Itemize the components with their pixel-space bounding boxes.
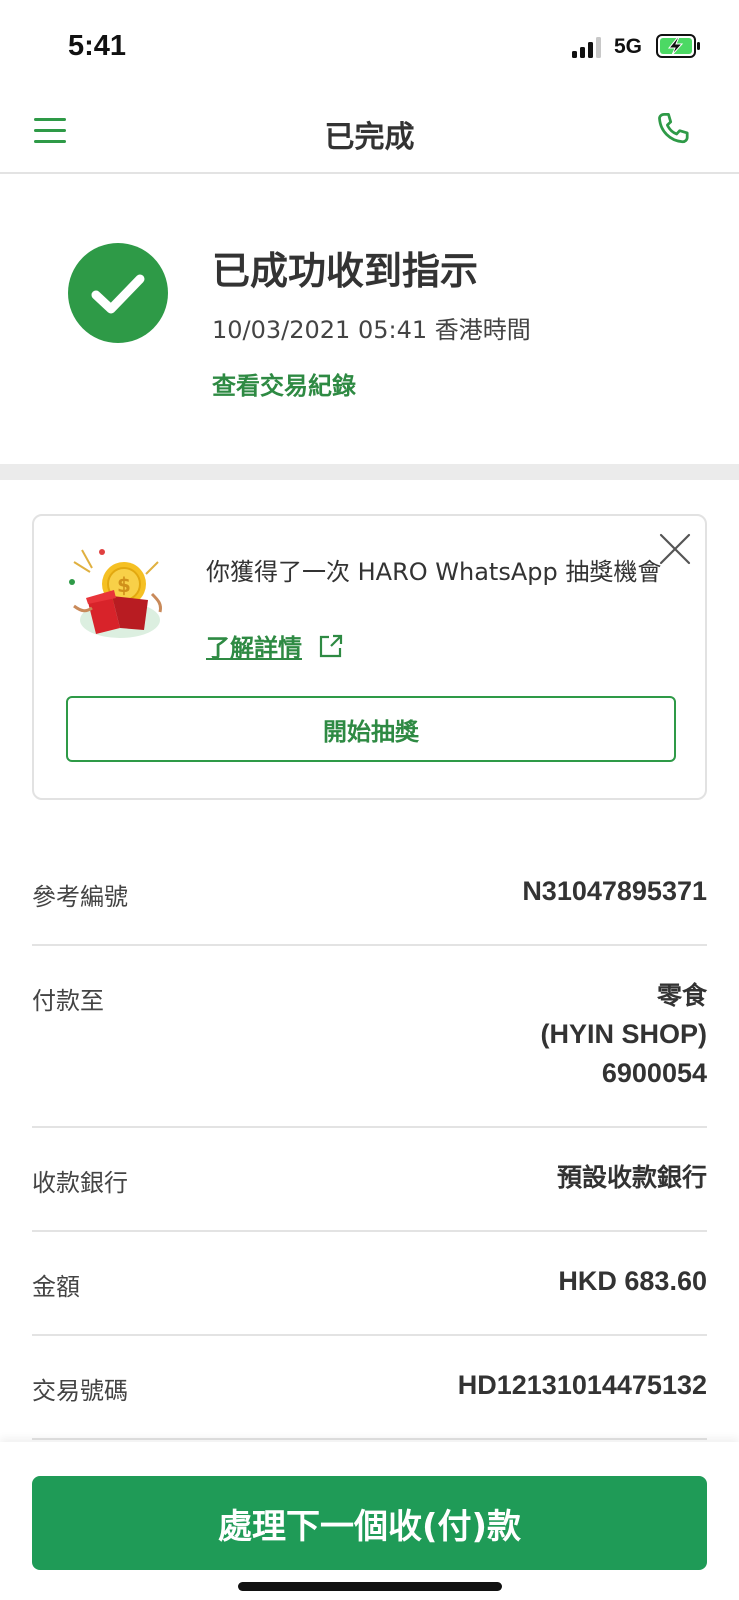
transaction-row: 交易號碼 HD12131014475132 <box>32 1336 707 1440</box>
payee-row: 付款至 零食 (HYIN SHOP) 6900054 <box>32 946 707 1128</box>
nav-bar: 已完成 <box>0 90 739 174</box>
start-draw-button[interactable]: 開始抽獎 <box>66 696 676 762</box>
learn-more-link[interactable]: 了解詳情 <box>206 634 302 662</box>
phone-icon[interactable] <box>652 108 696 152</box>
battery-charging-icon <box>656 34 702 58</box>
payee-shop: (HYIN SHOP) <box>540 1019 707 1049</box>
svg-text:$: $ <box>117 573 131 597</box>
section-divider <box>0 464 739 480</box>
bank-label: 收款銀行 <box>32 1169 128 1197</box>
external-link-icon[interactable] <box>317 632 345 660</box>
promo-link-row[interactable]: 了解詳情 <box>206 628 345 663</box>
network-label: 5G <box>614 35 643 58</box>
status-bar: 5:41 5G <box>0 0 739 90</box>
promo-card: $ 你獲得了一次 HARO WhatsApp 抽獎機會 了解詳情 開始抽獎 <box>32 514 707 800</box>
signal-icon <box>572 36 604 58</box>
amount-label: 金額 <box>32 1273 80 1301</box>
success-timestamp: 10/03/2021 05:41 香港時間 <box>212 316 531 344</box>
amount-value: HKD 683.60 <box>558 1266 707 1296</box>
page-title: 已完成 <box>324 120 415 155</box>
status-time: 5:41 <box>68 30 127 62</box>
reference-value: N31047895371 <box>522 876 707 906</box>
reference-label: 參考編號 <box>32 883 128 911</box>
next-payment-button[interactable]: 處理下一個收(付)款 <box>32 1476 707 1570</box>
reference-row: 參考編號 N31047895371 <box>32 842 707 946</box>
check-circle-icon <box>68 243 168 343</box>
gift-coin-icon: $ <box>62 542 172 642</box>
view-history-link[interactable]: 查看交易紀錄 <box>212 366 356 401</box>
payee-name: 零食 <box>656 981 707 1010</box>
transaction-label: 交易號碼 <box>32 1377 128 1405</box>
transaction-value: HD12131014475132 <box>457 1370 707 1400</box>
promo-message: 你獲得了一次 HARO WhatsApp 抽獎機會 <box>206 558 662 586</box>
bank-row: 收款銀行 預設收款銀行 <box>32 1128 707 1232</box>
bottom-bar: 處理下一個收(付)款 <box>0 1442 739 1600</box>
success-section: 已成功收到指示 10/03/2021 05:41 香港時間 查看交易紀錄 <box>0 176 739 464</box>
bank-value: 預設收款銀行 <box>556 1163 707 1192</box>
amount-row: 金額 HKD 683.60 <box>32 1232 707 1336</box>
home-indicator <box>238 1582 502 1591</box>
payee-account: 6900054 <box>601 1058 707 1088</box>
success-title: 已成功收到指示 <box>212 249 479 293</box>
payee-label: 付款至 <box>32 987 104 1015</box>
